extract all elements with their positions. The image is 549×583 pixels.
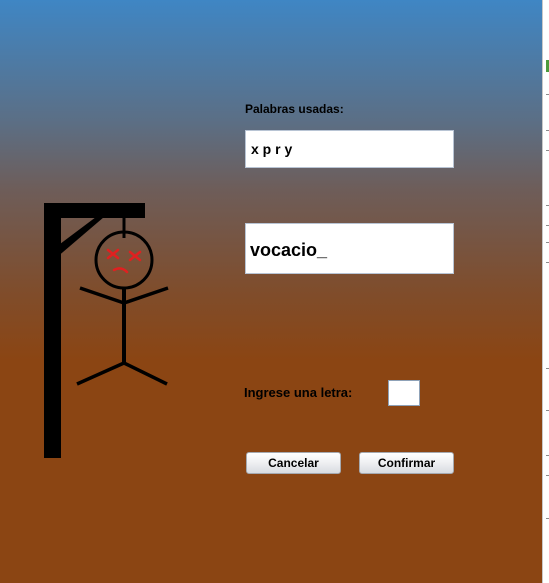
cancel-button[interactable]: Cancelar: [246, 452, 341, 474]
figure-mouth: [112, 267, 129, 274]
figure-right-leg: [123, 361, 168, 386]
hangman-window: Palabras usadas: x p r y vocacio_ Ingres…: [0, 0, 542, 583]
gallows-post: [44, 203, 61, 458]
figure-right-arm: [123, 286, 169, 305]
letter-input-label: Ingrese una letra:: [244, 385, 353, 400]
figure-head: [94, 230, 154, 290]
figure-left-leg: [76, 361, 125, 386]
figure-eyes: [106, 248, 142, 262]
confirm-button[interactable]: Confirmar: [359, 452, 454, 474]
used-words-label: Palabras usadas:: [245, 102, 344, 116]
figure-left-arm: [79, 286, 125, 305]
gallows-beam: [44, 203, 145, 218]
letter-input[interactable]: [388, 380, 420, 406]
background-window-edge: [542, 0, 549, 583]
hanged-figure: [76, 230, 169, 386]
hangman-drawing: [44, 203, 169, 458]
hidden-word-field: vocacio_: [245, 223, 454, 274]
gallows: [44, 203, 145, 458]
used-words-field: x p r y: [245, 130, 454, 168]
